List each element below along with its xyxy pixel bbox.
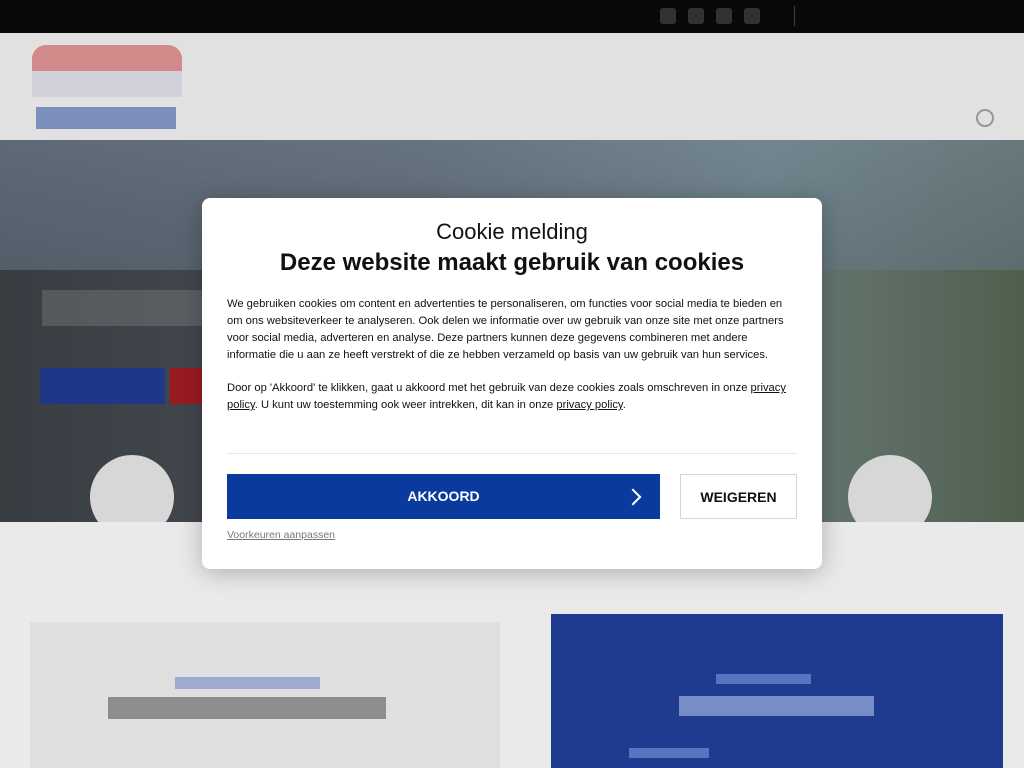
cookie-paragraph: We gebruiken cookies om content en adver… xyxy=(227,298,784,361)
preferences-link[interactable]: Voorkeuren aanpassen xyxy=(227,529,335,541)
modal-body: We gebruiken cookies om content en adver… xyxy=(227,296,797,430)
modal-title: Deze website maakt gebruik van cookies xyxy=(279,249,745,276)
consent-paragraph: Door op 'Akkoord' te klikken, gaat u akk… xyxy=(227,382,786,411)
modal-kicker: Cookie melding xyxy=(436,219,588,244)
accept-button[interactable]: AKKOORD xyxy=(227,474,660,519)
reject-button[interactable]: WEIGEREN xyxy=(680,474,797,519)
cookie-modal: Cookie melding Deze website maakt gebrui… xyxy=(202,198,822,569)
accept-button-label: AKKOORD xyxy=(407,488,480,504)
modal-divider xyxy=(227,453,797,454)
privacy-policy-link-2[interactable]: privacy policy xyxy=(556,399,622,411)
